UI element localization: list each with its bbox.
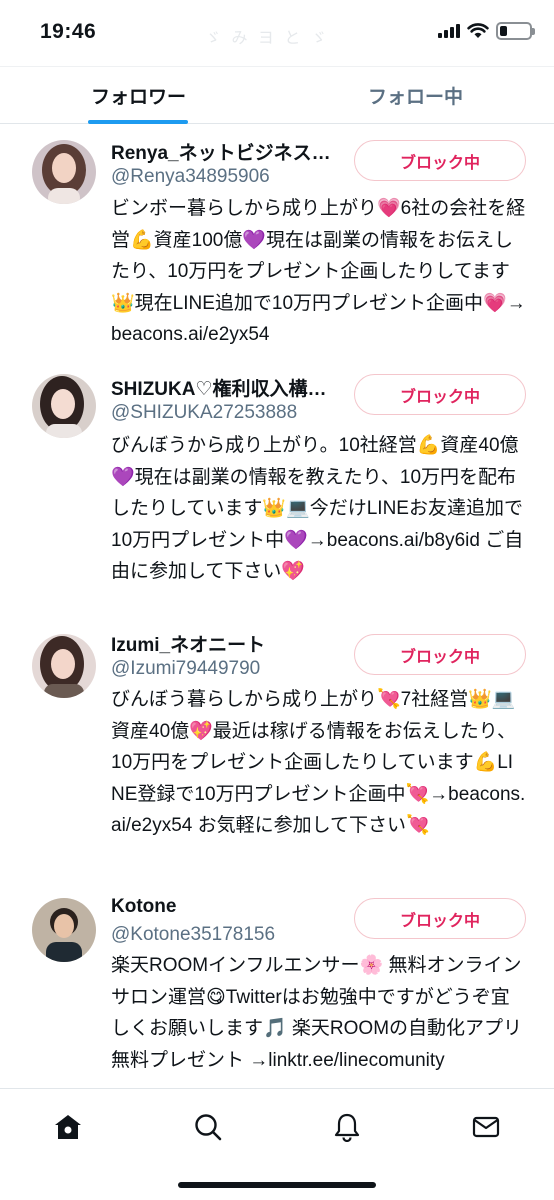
search-icon	[195, 1114, 222, 1141]
blocked-button[interactable]: ブロック中	[354, 634, 526, 675]
user-handle: @SHIZUKA27253888	[111, 402, 298, 423]
avatar[interactable]	[32, 140, 96, 204]
nav-home[interactable]	[48, 1107, 88, 1147]
battery-icon	[496, 22, 535, 40]
list-item-user[interactable]: Kotone @Kotone35178156 ブロック中 楽天ROOMインフルエ…	[0, 884, 554, 1088]
blocked-button[interactable]: ブロック中	[354, 374, 526, 415]
nav-notifications[interactable]	[327, 1107, 367, 1147]
tab-followers-label: フォロワー	[90, 86, 186, 108]
blocked-button[interactable]: ブロック中	[354, 140, 526, 181]
cellular-signal-icon	[438, 24, 460, 38]
status-bar: 19:46 ゞ み ヨ と ゞ	[0, 0, 554, 66]
avatar[interactable]	[32, 898, 96, 962]
bell-icon	[334, 1113, 360, 1142]
mail-icon	[472, 1116, 500, 1138]
tab-followers[interactable]: フォロワー	[0, 67, 277, 124]
user-bio: ビンボー暮らしから成り上がり💗6社の会社を経営💪資産100億💜現在は副業の情報を…	[111, 198, 526, 345]
wifi-icon	[467, 23, 489, 38]
user-bio: 楽天ROOMインフルエンサー🌸 無料オンラインサロン運営😋Twitterはお勉強…	[111, 955, 523, 1071]
nav-search[interactable]	[188, 1107, 228, 1147]
list-item-user[interactable]: Renya_ネットビジネス… @Renya34895906 ブロック中 ビンボー…	[0, 124, 554, 360]
nav-messages[interactable]	[466, 1107, 506, 1147]
status-time: 19:46	[40, 20, 97, 43]
user-handle: @Kotone35178156	[111, 924, 276, 945]
user-bio: びんぼうから成り上がり。10社経営💪資産40億💜現在は副業の情報を教えたり、10…	[111, 435, 524, 582]
home-indicator	[178, 1182, 376, 1188]
user-handle: @Renya34895906	[111, 166, 270, 187]
user-bio: びんぼう暮らしから成り上がり💘7社経営👑💻資産40億💖最近は稼げる情報をお伝えし…	[111, 689, 526, 836]
user-handle: @Izumi79449790	[111, 658, 261, 679]
follower-list: Renya_ネットビジネス… @Renya34895906 ブロック中 ビンボー…	[0, 124, 554, 1088]
user-display-name: Renya_ネットビジネス…	[111, 143, 331, 164]
avatar[interactable]	[32, 374, 96, 438]
list-item-user[interactable]: Izumi_ネオニート @Izumi79449790 ブロック中 びんぼう暮らし…	[0, 618, 554, 884]
tab-bar: フォロワー フォロー中	[0, 66, 554, 124]
tab-following[interactable]: フォロー中	[277, 67, 554, 123]
tab-following-label: フォロー中	[367, 86, 463, 108]
avatar[interactable]	[32, 634, 96, 698]
blocked-button[interactable]: ブロック中	[354, 898, 526, 939]
faded-page-title: ゞ み ヨ と ゞ	[205, 30, 330, 47]
list-item-user[interactable]: SHIZUKA♡権利収入構… @SHIZUKA27253888 ブロック中 びん…	[0, 360, 554, 618]
user-display-name: Kotone	[111, 896, 177, 917]
user-display-name: Izumi_ネオニート	[111, 635, 266, 656]
user-display-name: SHIZUKA♡権利収入構…	[111, 379, 327, 400]
status-icons	[438, 22, 535, 40]
home-icon	[55, 1115, 81, 1139]
